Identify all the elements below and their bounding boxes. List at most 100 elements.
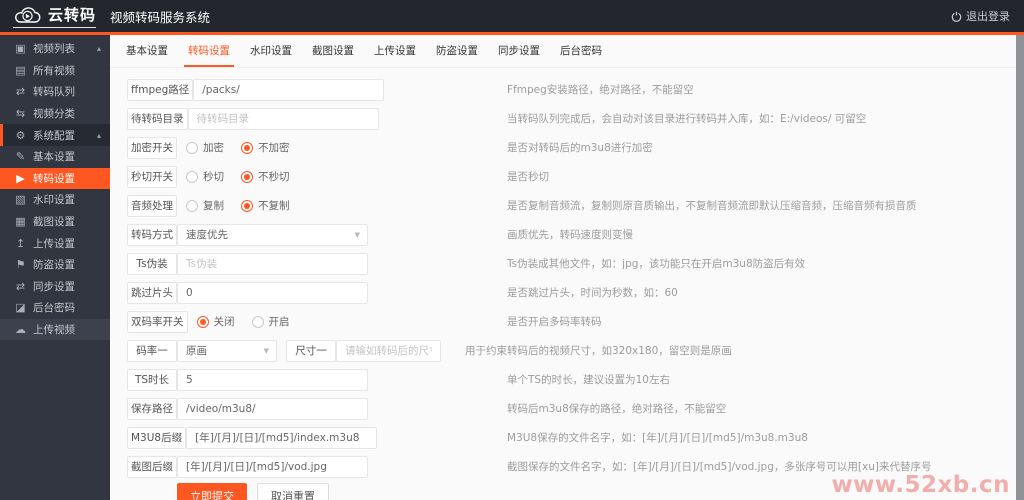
sidebar-item-video-category[interactable]: ⇆ 视频分类 [0, 103, 110, 125]
sidebar-item-antitheft-settings[interactable]: ⚑ 防盗设置 [0, 254, 110, 276]
field-help: 是否开启多码率转码 [507, 316, 602, 328]
radio-option[interactable]: 开启 [251, 314, 290, 329]
sidebar-item-admin-password[interactable]: ◪ 后台密码 [0, 297, 110, 319]
submit-button[interactable]: 立即提交 [177, 483, 247, 500]
logo-text: 云转码 [48, 6, 97, 24]
radio-icon [186, 141, 198, 154]
field-help: 转码后m3u8保存的路径，绝对路径，不能留空 [507, 403, 727, 415]
flag-icon: ⚑ [15, 258, 26, 272]
form-row: 待转码目录 当转码队列完成后，会自动对该目录进行转码并入库，如：E:/video… [127, 104, 1016, 133]
form-row: 保存路径 转码后m3u8保存的路径，绝对路径，不能留空 [127, 394, 1016, 423]
radio-checked-icon [241, 170, 253, 183]
radio-label: 加密 [203, 142, 224, 154]
ts-duration-input[interactable] [177, 368, 368, 391]
vertical-scrollbar[interactable] [1016, 35, 1024, 500]
field-label: 跳过片头 [127, 281, 177, 304]
sidebar-item-label: 上传设置 [33, 237, 75, 250]
logout-label: 退出登录 [966, 10, 1010, 23]
select-value: 原画 [186, 345, 207, 357]
tab-antitheft-settings[interactable]: 防盗设置 [432, 35, 482, 67]
radio-option[interactable]: 关闭 [196, 314, 235, 329]
form-row: 码率一 原画 ▼ 尺寸一 用于约束转码后的视频尺寸，如320x180，留空则是原… [127, 336, 1016, 365]
tab-sync-settings[interactable]: 同步设置 [494, 35, 544, 67]
save-path-input[interactable] [177, 397, 368, 420]
field-help: 用于约束转码后的视频尺寸，如320x180，留空则是原画 [465, 345, 732, 357]
queue-icon: ⇄ [15, 85, 26, 99]
radio-option[interactable]: 不复制 [241, 198, 290, 213]
radio-option[interactable]: 不秒切 [241, 169, 290, 184]
sidebar-item-label: 视频列表 [33, 43, 75, 56]
radio-option[interactable]: 加密 [186, 140, 224, 155]
ts-disguise-input[interactable] [177, 252, 368, 275]
videos-icon: ▤ [15, 63, 26, 77]
sidebar-item-watermark-settings[interactable]: ▧ 水印设置 [0, 189, 110, 211]
tab-basic-settings[interactable]: 基本设置 [122, 35, 172, 67]
field-help: 是否跳过片头，时间为秒数，如：60 [507, 287, 678, 299]
pending-dir-input[interactable] [187, 107, 379, 130]
field-help: 截图保存的文件名字，如：[年]/[月]/[日]/[md5]/vod.jpg，多张… [507, 461, 932, 473]
radio-label: 关闭 [213, 316, 235, 328]
sidebar-item-sync-settings[interactable]: ⇄ 同步设置 [0, 276, 110, 298]
sidebar-item-all-videos[interactable]: ▤ 所有视频 [0, 60, 110, 82]
sidebar-item-transcode-queue[interactable]: ⇄ 转码队列 [0, 81, 110, 103]
radio-label: 复制 [203, 200, 224, 212]
m3u8-suffix-input[interactable] [186, 426, 378, 449]
form-row: M3U8后缀 M3U8保存的文件名字，如：[年]/[月]/[日]/[md5]/m… [127, 423, 1016, 452]
tab-admin-password[interactable]: 后台密码 [556, 35, 606, 67]
field-label: 双码率开关 [127, 310, 188, 333]
sidebar-item-label: 水印设置 [33, 194, 75, 207]
tab-transcode-settings[interactable]: 转码设置 [184, 35, 234, 67]
transcode-icon: ▶ [16, 171, 25, 185]
field-help: 当转码队列完成后，会自动对该目录进行转码并入库，如：E:/videos/ 可留空 [507, 113, 867, 125]
form-actions: 立即提交 取消重置 [127, 483, 1016, 500]
radio-icon [186, 170, 198, 183]
main-content: 基本设置 转码设置 水印设置 截图设置 上传设置 防盗设置 同步设置 后台密码 … [110, 35, 1024, 500]
radio-checked-icon [241, 199, 253, 212]
tab-watermark-settings[interactable]: 水印设置 [246, 35, 296, 67]
form-row: 音频处理 复制 不复制 是否复制音频流，复制则原音质输出，不复制音频流即默认压缩… [127, 191, 1016, 220]
sidebar-item-system-config[interactable]: ⚙ 系统配置 ▴ [0, 124, 110, 146]
field-label: ffmpeg路径 [127, 78, 194, 101]
reset-button[interactable]: 取消重置 [257, 483, 329, 500]
sidebar-item-screenshot-settings[interactable]: ▦ 截图设置 [0, 211, 110, 233]
sidebar-item-transcode-settings[interactable]: ▶ 转码设置 [0, 167, 110, 190]
radio-label: 不复制 [258, 200, 290, 212]
settings-tabbar: 基本设置 转码设置 水印设置 截图设置 上传设置 防盗设置 同步设置 后台密码 [110, 35, 1016, 68]
sidebar-item-video-list[interactable]: ▣ 视频列表 ▴ [0, 38, 110, 60]
category-icon: ⇆ [15, 107, 26, 121]
radio-option[interactable]: 不加密 [241, 140, 290, 155]
field-label: 截图后缀 [127, 455, 177, 478]
field-label: 尺寸一 [286, 339, 336, 362]
sidebar-item-basic-settings[interactable]: ✎ 基本设置 [0, 146, 110, 168]
screenshot-suffix-input[interactable] [177, 455, 368, 478]
dual-bitrate-radio-group: 关闭 开启 [196, 314, 307, 329]
edit-icon: ✎ [15, 150, 26, 164]
sidebar-item-label: 转码设置 [33, 172, 75, 185]
radio-option[interactable]: 秒切 [186, 169, 224, 184]
screenshot-icon: ▦ [15, 215, 26, 229]
video-list-icon: ▣ [15, 42, 26, 56]
transcode-mode-select[interactable]: 速度优先 ▼ [177, 223, 368, 246]
field-help: 画质优先，转码速度则变慢 [507, 229, 633, 241]
tab-upload-settings[interactable]: 上传设置 [370, 35, 420, 67]
sync-icon: ⇄ [15, 279, 26, 293]
field-help: 是否对转码后的m3u8进行加密 [507, 142, 653, 154]
field-label: 保存路径 [127, 397, 177, 420]
field-label: TS时长 [127, 368, 177, 391]
field-label: 加密开关 [127, 136, 177, 159]
gear-icon: ⚙ [15, 128, 26, 142]
sidebar-item-label: 视频分类 [33, 108, 75, 121]
logout-button[interactable]: 退出登录 [951, 8, 1010, 24]
cloud-logo-icon [15, 6, 41, 23]
size-one-input[interactable] [336, 339, 441, 362]
ffmpeg-path-input[interactable] [193, 78, 385, 101]
tab-screenshot-settings[interactable]: 截图设置 [308, 35, 358, 67]
radio-icon [251, 315, 264, 328]
sidebar-item-upload-settings[interactable]: ↥ 上传设置 [0, 232, 110, 254]
sidebar-item-upload-video[interactable]: ☁ 上传视频 [0, 318, 110, 341]
field-help: Ffmpeg安装路径，绝对路径，不能留空 [507, 84, 694, 96]
select-value: 速度优先 [186, 229, 228, 241]
bitrate-one-select[interactable]: 原画 ▼ [177, 339, 277, 362]
radio-option[interactable]: 复制 [186, 198, 224, 213]
skip-intro-input[interactable] [177, 281, 368, 304]
